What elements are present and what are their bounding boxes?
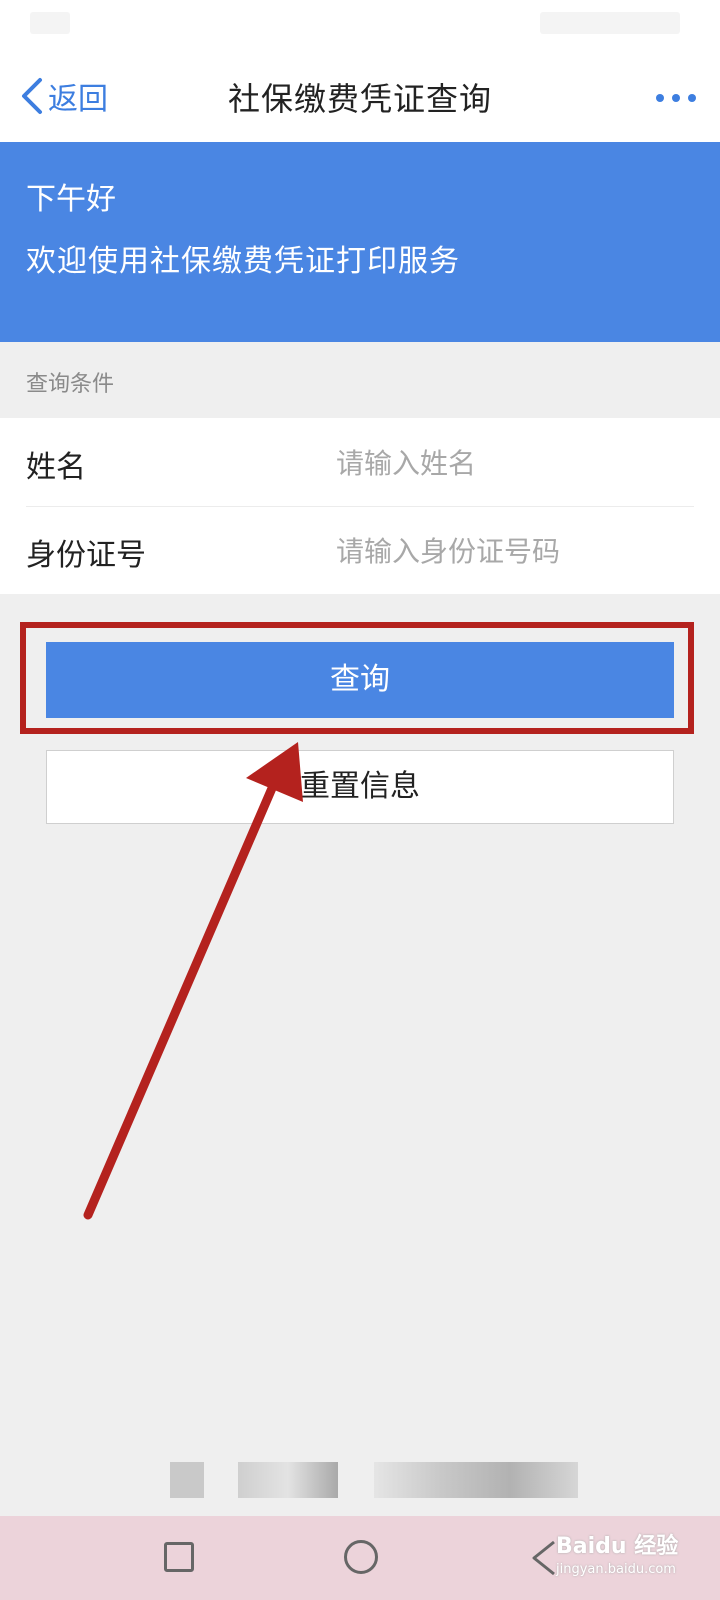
status-bar bbox=[0, 0, 720, 50]
name-label: 姓名 bbox=[26, 450, 86, 485]
blurred-footer-text bbox=[374, 1462, 578, 1498]
home-button[interactable] bbox=[344, 1540, 378, 1574]
greeting-text: 下午好 bbox=[26, 182, 116, 217]
status-bar-blurred-left bbox=[30, 12, 70, 34]
recent-apps-button[interactable] bbox=[164, 1542, 194, 1572]
name-row: 姓名 bbox=[0, 418, 720, 507]
more-dot-icon bbox=[688, 94, 696, 102]
more-options-button[interactable] bbox=[656, 88, 696, 108]
baidu-watermark: Baidu 经验 jingyan.baidu.com bbox=[556, 1528, 679, 1577]
query-form: 姓名 身份证号 bbox=[0, 418, 720, 594]
welcome-banner: 下午好 欢迎使用社保缴费凭证打印服务 bbox=[0, 142, 720, 342]
watermark-url: jingyan.baidu.com bbox=[556, 1562, 676, 1577]
blurred-footer-text bbox=[170, 1462, 204, 1498]
query-conditions-label: 查询条件 bbox=[26, 372, 115, 397]
reset-button[interactable]: 重置信息 bbox=[46, 750, 674, 824]
name-input[interactable] bbox=[334, 436, 688, 490]
id-number-row: 身份证号 bbox=[0, 506, 720, 594]
id-number-label: 身份证号 bbox=[26, 538, 146, 573]
page-title: 社保缴费凭证查询 bbox=[227, 80, 492, 118]
welcome-text: 欢迎使用社保缴费凭证打印服务 bbox=[26, 244, 460, 279]
navigation-bar: 返回 社保缴费凭证查询 bbox=[0, 50, 720, 142]
watermark-brand: Baidu 经验 bbox=[556, 1534, 679, 1559]
blurred-footer-text bbox=[238, 1462, 338, 1498]
more-dot-icon bbox=[656, 94, 664, 102]
id-number-input[interactable] bbox=[334, 524, 688, 578]
annotation-highlight-box bbox=[20, 622, 694, 734]
system-navigation-bar: Baidu 经验 jingyan.baidu.com bbox=[0, 1516, 720, 1600]
more-dot-icon bbox=[672, 94, 680, 102]
status-bar-blurred-right bbox=[540, 12, 680, 34]
